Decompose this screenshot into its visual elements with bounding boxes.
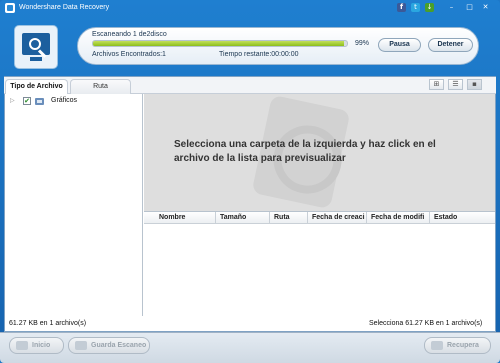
save-scan-label: Guarda Escaneo <box>91 342 147 349</box>
recover-label: Recupera <box>447 342 479 349</box>
app-window: Wondershare Data Recovery f t ↓ – □ ✕ Es… <box>0 0 500 363</box>
column-status[interactable]: Estado <box>431 212 491 224</box>
table-header: Nombre Tamaño Ruta Fecha de creaci Fecha… <box>144 212 495 224</box>
column-size[interactable]: Tamaño <box>217 212 270 224</box>
status-selected: Selecciona 61.27 KB en 1 archivo(s) <box>369 320 483 327</box>
maximize-button[interactable]: □ <box>465 3 474 12</box>
pause-button[interactable]: Pausa <box>378 38 421 52</box>
tab-bar: Tipo de Archivo Ruta <box>4 77 496 95</box>
time-remaining-text: Tiempo restante:00:00:00 <box>219 51 299 58</box>
start-label: Inicio <box>32 342 51 349</box>
stop-button[interactable]: Detener <box>428 38 473 52</box>
title-bar: Wondershare Data Recovery f t ↓ – □ ✕ <box>0 0 500 16</box>
start-button[interactable]: Inicio <box>9 337 64 354</box>
app-logo-icon <box>5 3 15 13</box>
column-name[interactable]: Nombre <box>156 212 216 224</box>
scan-monitor-icon <box>14 25 58 69</box>
expand-arrow-icon[interactable]: ▷ <box>10 97 15 104</box>
preview-pane: Selecciona una carpeta de la izquierda y… <box>144 94 495 211</box>
status-total: 61.27 KB en 1 archivo(s) <box>9 320 87 327</box>
close-button[interactable]: ✕ <box>481 3 490 12</box>
column-path[interactable]: Ruta <box>271 212 308 224</box>
graphics-folder-icon <box>35 98 44 105</box>
preview-message: Selecciona una carpeta de la izquierda y… <box>174 139 436 164</box>
tree-item-checkbox[interactable]: ✔ <box>23 97 31 105</box>
recover-icon <box>431 341 443 350</box>
twitter-icon[interactable]: t <box>411 3 420 12</box>
scan-progress-bar <box>92 40 348 47</box>
tree-item-label: Gráficos <box>51 97 78 104</box>
recover-button[interactable]: Recupera <box>424 337 491 354</box>
scan-progress-fill <box>93 41 345 46</box>
column-created-date[interactable]: Fecha de creaci <box>309 212 367 224</box>
column-modified-date[interactable]: Fecha de modifi <box>368 212 430 224</box>
download-icon[interactable]: ↓ <box>425 3 434 12</box>
scan-progress-percent: 99% <box>355 40 370 47</box>
files-found-text: Archivos Encontrados:1 <box>92 51 166 58</box>
file-list-table: Nombre Tamaño Ruta Fecha de creaci Fecha… <box>144 211 495 316</box>
save-scan-button[interactable]: Guarda Escaneo <box>68 337 150 354</box>
scan-status-text: Escaneando 1 de2disco <box>92 31 167 38</box>
facebook-icon[interactable]: f <box>397 3 406 12</box>
save-icon <box>75 341 87 350</box>
thumbnail-view-button[interactable]: ⊞ <box>429 79 444 90</box>
minimize-button[interactable]: – <box>447 3 456 12</box>
detail-view-button[interactable]: ▪ <box>467 79 482 90</box>
app-title: Wondershare Data Recovery <box>19 4 110 11</box>
tab-path[interactable]: Ruta <box>70 79 131 94</box>
list-view-button[interactable]: ☰ <box>448 79 463 90</box>
file-type-tree: ▷ ✔ Gráficos <box>5 94 143 316</box>
home-icon <box>16 341 28 350</box>
tab-file-type[interactable]: Tipo de Archivo <box>5 79 68 95</box>
